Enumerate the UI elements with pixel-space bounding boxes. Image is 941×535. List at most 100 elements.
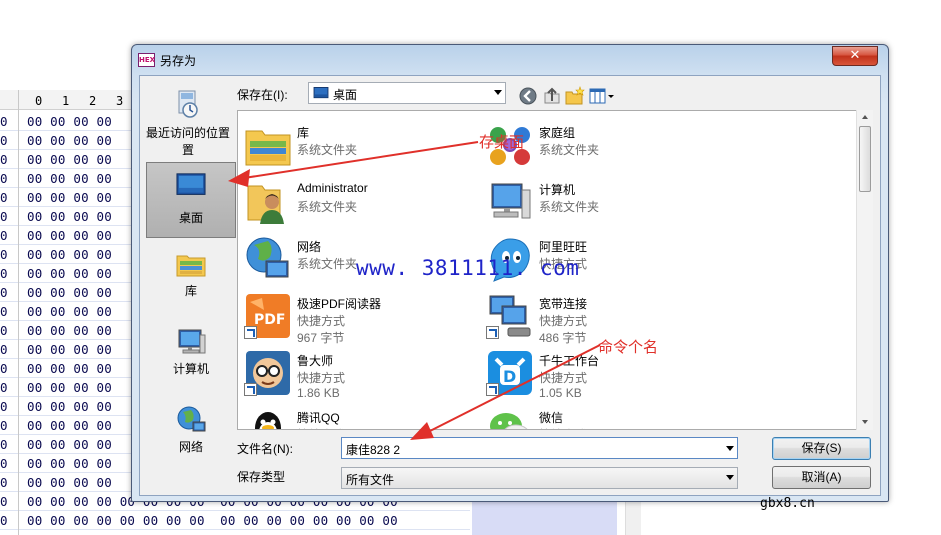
filetype-combo[interactable]: 所有文件 — [341, 467, 738, 489]
hex-row-offset: 0 — [0, 418, 8, 433]
shortcut-arrow-icon — [486, 383, 499, 396]
save-button[interactable]: 保存(S) — [772, 437, 871, 460]
filename-input[interactable]: 康佳828 2 — [341, 437, 738, 459]
hex-row-bytes: 00 00 00 00 — [27, 323, 112, 338]
cancel-button[interactable]: 取消(A) — [772, 466, 871, 489]
hex-row-bytes: 00 00 00 00 — [27, 228, 112, 243]
library-icon — [176, 255, 206, 277]
hex-ascii-selection — [472, 500, 617, 535]
places-bar: 最近访问的位置 置 桌面 库 计算机 网络 — [146, 84, 236, 464]
hex-row-bytes: 00 00 00 00 — [27, 247, 112, 262]
hex-column-label: 0 — [35, 94, 43, 108]
svg-text:PDF: PDF — [254, 312, 285, 328]
chevron-down-icon[interactable] — [494, 90, 502, 95]
desktop-icon — [176, 173, 206, 195]
place-recent-label-cont: 置 — [181, 143, 194, 157]
file-type: 系统文件夹 — [297, 143, 358, 157]
shortcut-arrow-icon — [244, 326, 257, 339]
hex-column-label: 2 — [89, 94, 97, 108]
place-desktop[interactable]: 桌面 — [146, 162, 236, 238]
hex-row-bytes: 00 00 00 00 00 00 00 00 00 00 00 00 00 0… — [27, 513, 398, 528]
file-name: 阿里旺旺 — [539, 240, 588, 254]
list-item-wechat[interactable]: 微信 快捷方式 — [486, 404, 726, 429]
place-library-label: 库 — [184, 284, 197, 298]
file-name: Administrator — [297, 181, 368, 195]
corner-watermark: gbx8.cn — [760, 496, 815, 511]
file-name: 宽带连接 — [539, 297, 588, 311]
list-item-ludashi[interactable]: 鲁大师 快捷方式 1.86 KB — [244, 347, 484, 401]
save-in-combo[interactable]: 桌面 — [308, 82, 506, 104]
file-name: 鲁大师 — [297, 354, 334, 368]
file-type: 系统文件夹 — [539, 200, 600, 214]
chevron-down-icon[interactable] — [726, 446, 734, 451]
hex-row-offset: 0 — [0, 266, 8, 281]
file-name: 极速PDF阅读器 — [297, 297, 382, 311]
hex-row-offset: 0 — [0, 437, 8, 452]
hex-row-bytes: 00 00 00 00 — [27, 342, 112, 357]
list-item-computer[interactable]: 计算机 系统文件夹 — [486, 176, 726, 230]
chevron-down-icon[interactable] — [726, 475, 734, 480]
scroll-down-icon[interactable] — [862, 420, 868, 424]
filename-label: 文件名(N): — [237, 442, 293, 456]
annotation-save-desktop: 存桌面 — [479, 133, 525, 151]
wechat-icon — [490, 413, 528, 429]
list-item-pdf-reader[interactable]: PDF 极速PDF阅读器 快捷方式 967 字节 — [244, 290, 484, 345]
hex-row-offset: 0 — [0, 114, 8, 129]
file-name: 腾讯QQ — [297, 411, 340, 425]
close-button[interactable]: ✕ — [832, 46, 878, 66]
view-menu-icon[interactable] — [589, 86, 617, 106]
file-size: 1.86 KB — [297, 386, 340, 400]
library-folder-icon — [245, 130, 291, 166]
computer-icon — [178, 329, 206, 354]
place-recent-label: 最近访问的位置 — [145, 126, 230, 140]
hex-column-label: 3 — [116, 94, 124, 108]
scroll-up-icon[interactable] — [862, 115, 868, 119]
up-folder-icon[interactable] — [542, 86, 562, 106]
hex-row-bytes: 00 00 00 00 — [27, 475, 112, 490]
file-name: 网络 — [297, 240, 322, 254]
hex-row-bytes: 00 00 00 00 — [27, 304, 112, 319]
scrollbar-thumb[interactable] — [859, 126, 871, 192]
hex-row-offset: 0 — [0, 171, 8, 186]
file-type: 系统文件夹 — [297, 257, 358, 271]
hex-row-offset: 0 — [0, 475, 8, 490]
hex-row-offset: 0 — [0, 228, 8, 243]
file-name: 库 — [297, 126, 310, 140]
filetype-label: 保存类型 — [237, 470, 286, 484]
annotation-rename: 命令个名 — [598, 338, 659, 356]
dialog-title-bar[interactable]: HEX 另存为 ✕ — [132, 45, 888, 75]
hex-app-icon: HEX — [138, 53, 155, 67]
place-network[interactable]: 网络 — [146, 402, 236, 464]
list-item-library[interactable]: 库 系统文件夹 — [244, 119, 484, 173]
new-folder-icon[interactable] — [565, 86, 585, 106]
back-icon[interactable] — [518, 86, 538, 106]
place-library[interactable]: 库 — [146, 246, 236, 308]
qq-icon — [255, 412, 281, 429]
file-name: 千牛工作台 — [539, 354, 600, 368]
file-list-scrollbar[interactable] — [856, 110, 873, 430]
hex-row-bytes: 00 00 00 00 — [27, 171, 112, 186]
place-computer[interactable]: 计算机 — [146, 324, 236, 386]
network-globe-icon — [246, 237, 289, 278]
file-type: 系统文件夹 — [297, 200, 358, 214]
save-in-value: 桌面 — [333, 88, 358, 102]
file-name: 计算机 — [539, 183, 576, 197]
hex-row-offset: 0 — [0, 304, 8, 319]
file-type: 系统文件夹 — [539, 143, 600, 157]
file-size: 486 字节 — [539, 331, 587, 345]
recent-places-icon — [178, 90, 198, 118]
list-item-qq[interactable]: 腾讯QQ 快捷方式 — [244, 404, 484, 429]
hex-row-offset: 0 — [0, 342, 8, 357]
file-name: 微信 — [539, 411, 564, 425]
hex-row-bytes: 00 00 00 00 — [27, 152, 112, 167]
hex-row-bytes: 00 00 00 00 — [27, 380, 112, 395]
save-in-label: 保存在(I): — [237, 88, 288, 102]
list-item-administrator[interactable]: Administrator 系统文件夹 — [244, 176, 484, 230]
hex-row-offset: 0 — [0, 152, 8, 167]
place-computer-label: 计算机 — [172, 362, 209, 376]
site-watermark: www. 3811111. com — [356, 256, 580, 280]
hex-row-offset: 0 — [0, 513, 8, 528]
hex-row-bytes: 00 00 00 00 — [27, 133, 112, 148]
place-recent[interactable]: 最近访问的位置 置 — [140, 84, 236, 158]
file-type: 快捷方式 — [539, 314, 588, 328]
